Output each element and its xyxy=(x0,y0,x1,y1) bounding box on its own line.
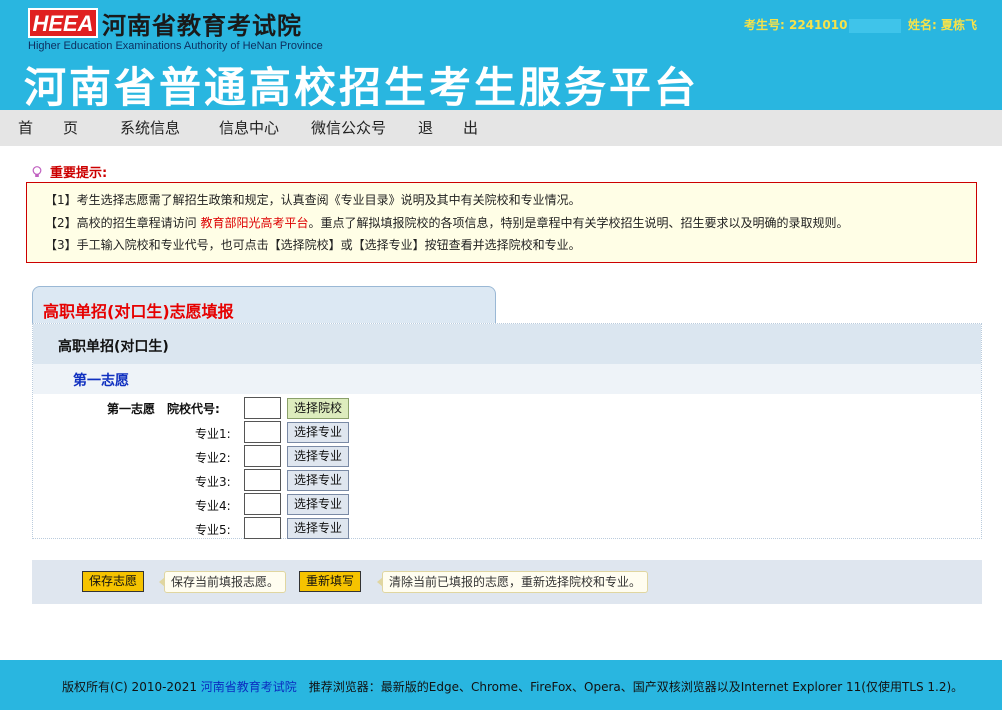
notice-line-2-pre: 【2】高校的招生章程请访问 xyxy=(45,215,201,230)
nav-home[interactable]: 首 页 xyxy=(18,110,78,146)
tab-vocational-application[interactable]: 高职单招(对口生)志愿填报 xyxy=(32,286,496,324)
school-code-label: 第一志愿 院校代号: xyxy=(107,402,220,416)
section-title: 高职单招(对口生) xyxy=(58,339,169,355)
org-name-en: Higher Education Examinations Authority … xyxy=(28,40,323,52)
major-1-input[interactable] xyxy=(244,421,281,443)
platform-title: 河南省普通高校招生考生服务平台 xyxy=(24,63,700,112)
nav-info-center[interactable]: 信息中心 xyxy=(219,110,279,146)
notice-line-3: 【3】手工输入院校和专业代号，也可点击【选择院校】或【选择专业】按钮查看并选择院… xyxy=(45,238,581,252)
candidate-number-text: 考生号: 2241010 xyxy=(744,18,848,32)
sunshine-gaokao-link[interactable]: 教育部阳光高考平台 xyxy=(200,216,308,230)
major-4-input[interactable] xyxy=(244,493,281,515)
notice-box: 【1】考生选择志愿需了解招生政策和规定，认真查阅《专业目录》说明及其中有关院校和… xyxy=(26,182,977,263)
site-footer: 版权所有(C) 2010-2021 河南省教育考试院 推荐浏览器：最新版的Edg… xyxy=(0,660,1002,710)
select-major-1-button[interactable]: 选择专业 xyxy=(287,422,349,443)
save-button[interactable]: 保存志愿 xyxy=(82,571,145,592)
major-2-input[interactable] xyxy=(244,445,281,467)
footer-text: 版权所有(C) 2010-2021 河南省教育考试院 推荐浏览器：最新版的Edg… xyxy=(62,678,963,695)
select-major-3-button[interactable]: 选择专业 xyxy=(287,470,349,491)
major-3-label: 专业3: xyxy=(195,475,231,489)
section-header: 高职单招(对口生) xyxy=(33,324,981,364)
notice-line-1: 【1】考生选择志愿需了解招生政策和规定，认真查阅《专业目录》说明及其中有关院校和… xyxy=(45,193,581,207)
notice-title-text: 重要提示: xyxy=(50,166,108,181)
application-form: 高职单招(对口生) 第一志愿 第一志愿 院校代号: 选择院校 专业1: 选择专业… xyxy=(32,323,982,539)
nav-wechat[interactable]: 微信公众号 xyxy=(311,110,386,146)
major-1-label: 专业1: xyxy=(195,427,231,441)
footer-org-link[interactable]: 河南省教育考试院 xyxy=(201,680,297,694)
tab-label: 高职单招(对口生)志愿填报 xyxy=(43,302,234,321)
select-major-4-button[interactable]: 选择专业 xyxy=(287,494,349,515)
nav-system-info[interactable]: 系统信息 xyxy=(120,110,180,146)
nav-logout[interactable]: 退 出 xyxy=(418,110,478,146)
select-major-2-button[interactable]: 选择专业 xyxy=(287,446,349,467)
notice-line-2: 【2】高校的招生章程请访问 教育部阳光高考平台。重点了解拟填报院校的各项信息，特… xyxy=(45,212,976,235)
redacted-mask xyxy=(849,18,902,33)
select-major-5-button[interactable]: 选择专业 xyxy=(287,518,349,539)
copyright-text: 版权所有(C) 2010-2021 xyxy=(62,680,201,694)
school-code-input[interactable] xyxy=(244,397,281,419)
major-3-input[interactable] xyxy=(244,469,281,491)
major-5-input[interactable] xyxy=(244,517,281,539)
major-4-label: 专业4: xyxy=(195,499,231,513)
browser-recommendation: 推荐浏览器：最新版的Edge、Chrome、FireFox、Opera、国产双核… xyxy=(296,680,964,694)
org-name: 河南省教育考试院 xyxy=(102,12,302,40)
select-school-button[interactable]: 选择院校 xyxy=(287,398,349,419)
candidate-name: 姓名: 夏栋飞 xyxy=(908,18,977,32)
choice-title: 第一志愿 xyxy=(73,373,129,389)
save-tip: 保存当前填报志愿。 xyxy=(158,571,287,593)
notice-title: 重要提示: xyxy=(32,162,107,181)
major-5-label: 专业5: xyxy=(195,523,231,537)
candidate-number: 考生号: 2241010 xyxy=(744,16,902,33)
logo-text: HEEA xyxy=(32,11,93,36)
action-bar: 保存志愿 保存当前填报志愿。 重新填写 清除当前已填报的志愿，重新选择院校和专业… xyxy=(32,560,982,604)
heea-logo-icon: HEEA xyxy=(28,8,98,38)
reset-tip: 清除当前已填报的志愿，重新选择院校和专业。 xyxy=(376,571,649,593)
notice-line-2-post: 。重点了解拟填报院校的各项信息，特别是章程中有关学校招生说明、招生要求以及明确的… xyxy=(308,215,849,230)
choice-header: 第一志愿 xyxy=(33,364,981,394)
site-header: HEEA 河南省教育考试院 Higher Education Examinati… xyxy=(0,0,1002,112)
main-nav: 首 页 系统信息 信息中心 微信公众号 退 出 xyxy=(0,110,1002,146)
major-2-label: 专业2: xyxy=(195,451,231,465)
reset-button[interactable]: 重新填写 xyxy=(299,571,362,592)
lightbulb-icon xyxy=(32,166,42,177)
